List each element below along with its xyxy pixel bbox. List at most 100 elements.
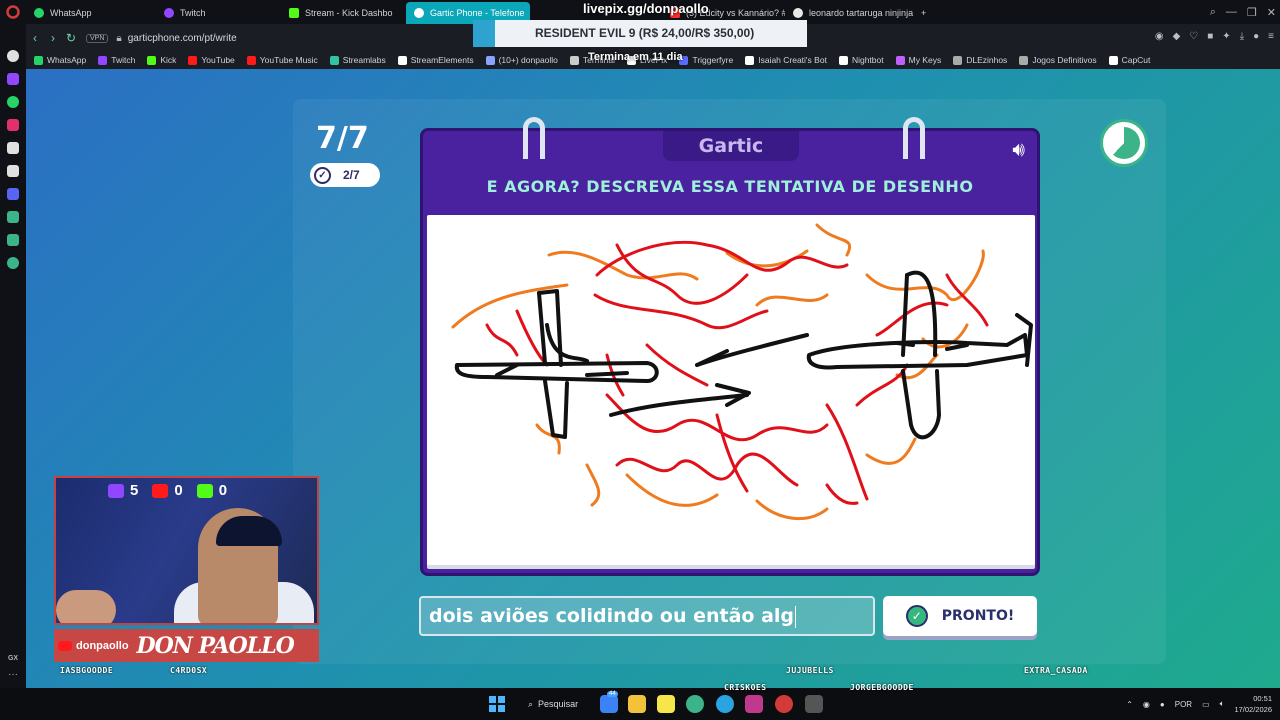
bookmark-icon <box>485 55 495 65</box>
viewer-name: CRISKOES <box>724 683 767 692</box>
bookmark-item[interactable]: Isaiah Creati's Bot <box>745 55 827 65</box>
download-icon[interactable] <box>7 211 19 223</box>
cube-icon[interactable] <box>7 234 19 246</box>
bookmark-icon <box>98 55 108 65</box>
bookmark-icon <box>895 55 905 65</box>
new-tab-button[interactable]: + <box>913 2 933 24</box>
bookmark-icon <box>1108 55 1118 65</box>
answer-input[interactable]: dois aviões colidindo ou então alg <box>419 596 875 636</box>
app-icon[interactable] <box>805 695 823 713</box>
bookmark-item[interactable]: Twitch <box>98 55 135 65</box>
viewer-name: EXTRA_CASADA <box>1024 666 1088 675</box>
bookmark-item[interactable]: DLEzinhos <box>953 55 1007 65</box>
extension-icon[interactable]: ■ <box>1207 31 1213 42</box>
twitch-icon <box>164 8 174 18</box>
minimize-icon[interactable]: — <box>1226 6 1237 18</box>
camera-icon[interactable]: ◉ <box>1155 31 1164 42</box>
file-explorer-icon[interactable] <box>628 695 646 713</box>
chatgpt-icon[interactable] <box>7 50 19 62</box>
youtube-icon <box>58 640 72 651</box>
bookmark-icon <box>953 55 963 65</box>
download-icon[interactable]: ⤓ <box>1240 31 1244 42</box>
drawing <box>451 223 1033 521</box>
windows-start-icon[interactable] <box>489 696 505 712</box>
gx-icon[interactable]: GX <box>8 655 18 662</box>
tray-app-icon[interactable]: ● <box>1160 700 1165 709</box>
notes-icon[interactable] <box>657 695 675 713</box>
tab-kick[interactable]: Stream - Kick Dashbo <box>281 2 406 24</box>
youtube-counter: 0 <box>152 482 183 499</box>
clock[interactable]: 00:51 17/02/2026 <box>1234 693 1272 715</box>
bookmark-item[interactable]: Streamlabs <box>329 55 386 65</box>
heart-icon[interactable]: ♡ <box>1189 31 1198 42</box>
app-icon[interactable] <box>745 695 763 713</box>
bookmark-item[interactable]: Jogos Definitivos <box>1019 55 1097 65</box>
settings-icon[interactable] <box>7 257 19 269</box>
bookmark-icon <box>745 55 755 65</box>
bookmark-item[interactable]: Kick <box>147 55 176 65</box>
puzzle-icon[interactable]: ✦ <box>1222 31 1230 42</box>
speaker-icon[interactable]: 🔊︎ <box>1012 139 1025 162</box>
bookmark-item[interactable]: Triggerfyre <box>679 55 733 65</box>
bookmark-item[interactable]: (10+) donpaollo <box>485 55 558 65</box>
vpn-badge[interactable]: VPN <box>86 33 109 43</box>
bookmark-item[interactable]: YouTube <box>188 55 235 65</box>
bookmark-item[interactable]: My Keys <box>895 55 941 65</box>
ready-button[interactable]: ✓ PRONTO! <box>883 596 1037 636</box>
bookmark-item[interactable]: CapCut <box>1108 55 1150 65</box>
instagram-icon[interactable] <box>7 119 19 131</box>
bookmark-item[interactable]: Nightbot <box>838 55 884 65</box>
language-indicator[interactable]: POR <box>1175 700 1192 709</box>
url-field[interactable]: garticphone.com/pt/write <box>128 33 237 44</box>
twitch-icon[interactable] <box>7 73 19 85</box>
tab-whatsapp[interactable]: WhatsApp <box>26 2 156 24</box>
ring-left <box>523 117 545 159</box>
profile-icon[interactable]: ● <box>1253 31 1259 42</box>
bookmark-icon <box>246 55 256 65</box>
shield-icon[interactable]: ◆ <box>1173 31 1181 42</box>
whatsapp-icon <box>34 8 44 18</box>
back-icon[interactable]: ‹ <box>26 31 44 45</box>
search-icon[interactable]: ⌕ <box>1210 6 1216 19</box>
bookmark-item[interactable]: WhatsApp <box>34 55 86 65</box>
discord-icon[interactable] <box>7 188 19 200</box>
opera-icon[interactable] <box>775 695 793 713</box>
players-done-badge: ✓ 2/7 <box>310 163 380 187</box>
x-icon[interactable] <box>7 165 19 177</box>
gartic-logo: Gartic <box>663 131 799 161</box>
viewer-counters: 5 0 0 <box>108 482 227 499</box>
close-icon[interactable]: ✕ <box>1267 6 1276 19</box>
check-icon: ✓ <box>314 166 331 184</box>
widgets-icon[interactable] <box>600 695 618 713</box>
window-controls: ⌕ — ❐ ✕ <box>1210 0 1276 24</box>
forward-icon[interactable]: › <box>44 31 62 45</box>
menu-icon[interactable]: ≡ <box>1268 31 1274 42</box>
livepix-url: livepix.gg/donpaollo <box>583 1 709 16</box>
maximize-icon[interactable]: ❐ <box>1247 6 1257 19</box>
bookmark-icon <box>569 55 579 65</box>
twitch-counter: 5 <box>108 482 138 499</box>
display-icon[interactable]: ▭ <box>1202 700 1210 709</box>
more-icon[interactable]: ··· <box>8 669 18 680</box>
opera-logo-icon[interactable] <box>0 0 26 24</box>
browser-sidebar: GX ··· <box>0 24 26 688</box>
chevron-up-icon[interactable]: ⌃ <box>1126 700 1133 709</box>
bookmark-icon <box>188 55 198 65</box>
tiktok-icon[interactable] <box>7 142 19 154</box>
tab-twitch[interactable]: Twitch <box>156 2 281 24</box>
chrome-icon[interactable] <box>686 695 704 713</box>
gartic-icon <box>414 8 424 18</box>
donation-goal: RESIDENT EVIL 9 (R$ 24,00/R$ 350,00) <box>473 20 807 47</box>
system-tray: ⌃ ◉ ● POR ▭ 🔈︎ 00:51 17/02/2026 <box>1126 688 1272 720</box>
edge-icon[interactable] <box>716 695 734 713</box>
streamer-handle: donpaollo <box>76 639 129 652</box>
volume-icon[interactable]: 🔈︎ <box>1220 699 1225 709</box>
taskbar-search[interactable]: ⌕ Pesquisar <box>520 694 586 714</box>
tray-app-icon[interactable]: ◉ <box>1143 700 1150 709</box>
bookmark-item[interactable]: YouTube Music <box>246 55 318 65</box>
notification-badge: 44 <box>607 691 618 697</box>
reload-icon[interactable]: ↻ <box>62 31 80 45</box>
viewer-name: JORGEBGOODDE <box>850 683 914 692</box>
whatsapp-icon[interactable] <box>7 96 19 108</box>
bookmark-item[interactable]: StreamElements <box>397 55 474 65</box>
